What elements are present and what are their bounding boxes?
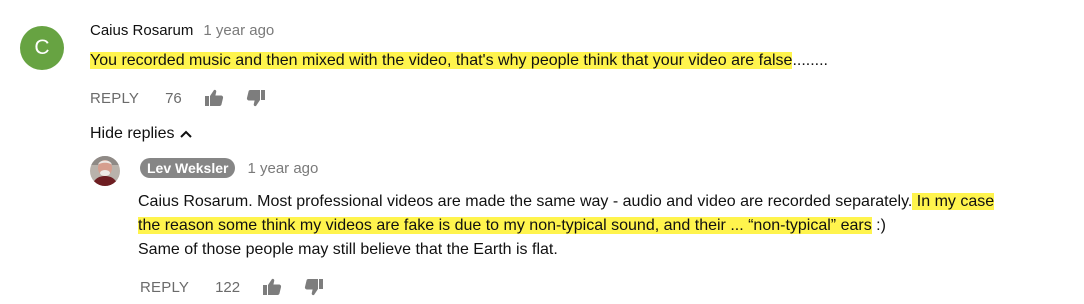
like-count: 76	[165, 89, 182, 107]
comment-thread: C Caius Rosarum 1 year ago You recorded …	[0, 0, 1084, 304]
comment-time[interactable]: 1 year ago	[203, 22, 274, 39]
highlighted-text: the reason some think my videos are fake…	[138, 217, 872, 234]
reply-text-line-2: the reason some think my videos are fake…	[138, 214, 1078, 238]
comment-author[interactable]: Caius Rosarum	[90, 22, 193, 39]
thumb-down-icon[interactable]	[246, 89, 266, 107]
thumb-up-icon[interactable]	[204, 89, 224, 107]
reply-header: Lev Weksler 1 year ago	[140, 158, 318, 178]
avatar-letter: C	[34, 36, 50, 59]
reply-button[interactable]: REPLY	[140, 279, 189, 296]
reply-text-tail: :)	[871, 217, 886, 234]
hide-replies-toggle[interactable]: Hide replies	[90, 125, 193, 143]
comment-text: You recorded music and then mixed with t…	[90, 51, 828, 71]
highlighted-text: In my case	[912, 193, 995, 210]
hide-replies-label: Hide replies	[90, 125, 175, 142]
reply-time[interactable]: 1 year ago	[247, 160, 318, 177]
reply-text-line-3: Same of those people may still believe t…	[138, 241, 558, 258]
chevron-up-icon	[180, 125, 193, 143]
reply-button[interactable]: REPLY	[90, 90, 139, 107]
thumb-down-icon[interactable]	[304, 278, 324, 296]
highlighted-text: You recorded music and then mixed with t…	[90, 52, 793, 69]
reply-author-badge[interactable]: Lev Weksler	[140, 158, 236, 178]
comment-header: Caius Rosarum 1 year ago	[90, 22, 274, 39]
avatar[interactable]: C	[20, 26, 64, 70]
reply-text-line-1: Caius Rosarum. Most professional videos …	[138, 190, 1078, 214]
reply-text: Caius Rosarum. Most professional videos …	[138, 190, 1078, 262]
like-count: 122	[215, 278, 241, 296]
reply-text-plain: Caius Rosarum. Most professional videos …	[138, 193, 913, 210]
comment-text-tail: ........	[792, 52, 828, 69]
reply-actions: REPLY 122	[140, 278, 324, 296]
reply-avatar[interactable]	[90, 156, 120, 186]
thumb-up-icon[interactable]	[262, 278, 282, 296]
comment-actions: REPLY 76	[90, 89, 266, 107]
